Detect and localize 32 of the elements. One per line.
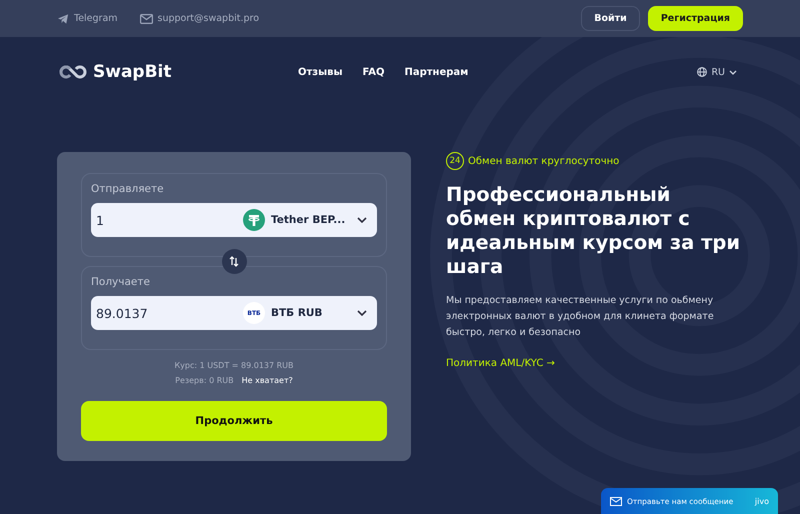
logo-text: SwapBit bbox=[93, 62, 172, 82]
telegram-link[interactable]: Telegram bbox=[58, 13, 118, 24]
language-selector[interactable]: RU bbox=[691, 66, 743, 78]
hero-title: Профессиональный обмен криптовалют с идеальным курсом за три шага bbox=[446, 183, 742, 279]
paper-plane-icon bbox=[58, 14, 69, 24]
swap-arrows-icon bbox=[229, 256, 239, 267]
email-link[interactable]: support@swapbit.pro bbox=[140, 13, 260, 24]
chevron-down-icon bbox=[357, 217, 367, 223]
exchange-rate-text: Курс: 1 USDT = 89.0137 RUB bbox=[173, 361, 295, 370]
register-button[interactable]: Регистрация bbox=[648, 6, 743, 31]
reserve-text: Резерв: 0 RUB bbox=[175, 376, 234, 385]
availability-text: Обмен валют круглосуточно bbox=[468, 156, 620, 166]
globe-icon bbox=[697, 67, 708, 77]
swap-button[interactable] bbox=[222, 249, 246, 274]
continue-button[interactable]: Продолжить bbox=[81, 401, 387, 441]
chevron-down-icon bbox=[729, 70, 737, 74]
nav-link[interactable]: FAQ bbox=[362, 66, 384, 78]
send-label: Отправляете bbox=[91, 183, 165, 195]
tether-coin-icon bbox=[243, 209, 265, 231]
nav-link[interactable]: Партнерам bbox=[404, 66, 468, 78]
send-amount-field[interactable]: 1 Tether BEP... bbox=[91, 203, 377, 237]
hero-description: Мы предоставляем качественные услуги по оьбмену электронных валют в удобном для клинета формате быстро, легко и безопасно bbox=[446, 294, 715, 340]
chevron-down-icon bbox=[357, 310, 367, 316]
login-button[interactable]: Войти bbox=[581, 6, 640, 31]
envelope-icon bbox=[610, 496, 622, 506]
not-enough-link[interactable]: Не хватает? bbox=[242, 376, 293, 385]
logo-icon bbox=[58, 64, 88, 80]
nav-link[interactable]: Отзывы bbox=[298, 66, 343, 78]
envelope-icon bbox=[140, 14, 153, 24]
aml-kyc-link[interactable]: Политика AML/KYC → bbox=[446, 358, 555, 369]
clock-24-icon: 24 bbox=[446, 152, 464, 170]
receive-label: Получаете bbox=[91, 276, 151, 288]
